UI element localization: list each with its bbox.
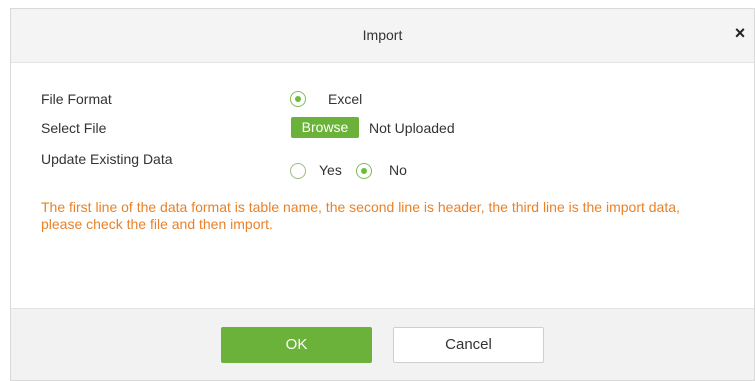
ok-button[interactable]: OK	[221, 327, 372, 363]
radio-excel[interactable]	[290, 91, 306, 107]
browse-button[interactable]: Browse	[291, 117, 359, 138]
update-existing-label: Update Existing Data	[41, 151, 173, 167]
radio-excel-label[interactable]: Excel	[328, 91, 362, 107]
upload-status: Not Uploaded	[369, 120, 455, 136]
import-hint-text: The first line of the data format is tab…	[41, 199, 680, 232]
cancel-button[interactable]: Cancel	[393, 327, 544, 363]
dialog-title: Import	[362, 27, 403, 43]
dialog-titlebar: Import ×	[11, 9, 754, 63]
select-file-label: Select File	[41, 120, 107, 136]
radio-no-label[interactable]: No	[389, 162, 407, 178]
import-dialog: Import × File Format Excel Select File B…	[10, 8, 755, 381]
file-format-label: File Format	[41, 91, 112, 107]
dialog-footer: OK Cancel	[11, 308, 754, 380]
radio-yes-label[interactable]: Yes	[319, 162, 342, 178]
radio-no[interactable]	[356, 163, 372, 179]
radio-yes[interactable]	[290, 163, 306, 179]
close-icon[interactable]: ×	[730, 23, 750, 43]
